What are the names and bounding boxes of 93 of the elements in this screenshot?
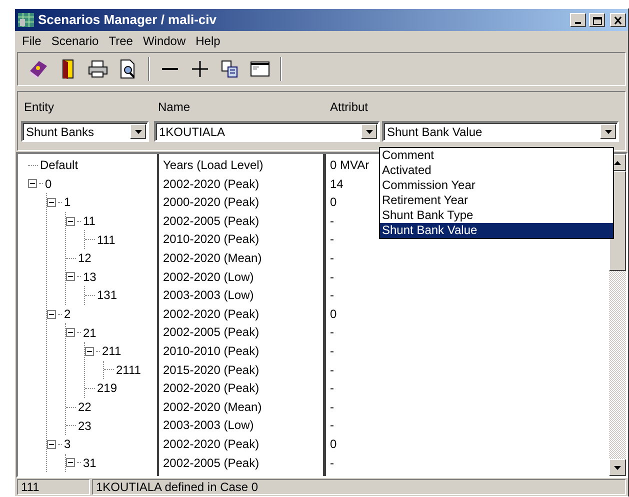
- table-cell-text: -: [330, 231, 335, 248]
- table-cell-text: 0 MVAr: [330, 157, 370, 174]
- table-cell-text: Years (Load Level): [162, 157, 264, 174]
- dropdown-arrow-icon: [134, 128, 142, 134]
- name-dropdown[interactable]: 1KOUTIALA: [154, 121, 380, 142]
- table-cell-text: 0: [330, 194, 338, 212]
- maximize-button[interactable]: [589, 13, 605, 27]
- dropdown-arrow-icon: [604, 128, 612, 134]
- menu-item[interactable]: Tree: [104, 32, 138, 50]
- table-cell-text: -: [330, 212, 335, 230]
- attribute-dropdown[interactable]: Shunt Bank Value: [382, 121, 619, 142]
- collapse-icon[interactable]: [66, 216, 75, 226]
- tree-node[interactable]: 13: [83, 268, 96, 286]
- table-cell-text: 2000-2020 (Peak): [162, 194, 260, 212]
- collapse-icon[interactable]: [66, 272, 75, 282]
- table-cell-text: 0: [330, 436, 338, 453]
- tree-node[interactable]: 2111: [116, 360, 141, 379]
- collapse-icon[interactable]: [66, 328, 75, 338]
- table-cell-text: 14: [330, 176, 344, 193]
- dropdown-option[interactable]: Commission Year: [380, 178, 613, 193]
- tree-node[interactable]: 21: [83, 324, 96, 342]
- table-cell-text: 2002-2005 (Peak): [162, 454, 260, 472]
- scrollbar[interactable]: [609, 154, 626, 476]
- collapse-icon[interactable]: [47, 440, 56, 449]
- dropdown-option[interactable]: Activated: [380, 163, 613, 178]
- tree-node[interactable]: 3: [64, 435, 71, 454]
- table-cell-text: 2002-2005 (Peak): [162, 212, 260, 230]
- close-icon: [613, 16, 623, 24]
- dropdown-option[interactable]: Shunt Bank Type: [380, 208, 613, 223]
- table-cell-text: 2002-2005 (Peak): [162, 324, 260, 342]
- table-cell-text: 0: [330, 306, 338, 323]
- tree-node[interactable]: 1: [64, 193, 71, 212]
- collapse-icon[interactable]: [66, 458, 75, 468]
- menu-item[interactable]: Scenario: [46, 32, 104, 50]
- menu-item[interactable]: File: [17, 32, 46, 50]
- table-cell-text: -: [330, 454, 335, 472]
- tree-node[interactable]: 11: [83, 212, 96, 230]
- tree-node[interactable]: 22: [78, 398, 92, 416]
- dropdown-arrow-icon: [364, 128, 374, 134]
- collapse-icon[interactable]: [47, 198, 56, 207]
- tree-node[interactable]: 211: [102, 342, 122, 360]
- table-cell-text: 2002-2020 (Peak): [162, 176, 260, 193]
- tree-node[interactable]: 12: [78, 249, 92, 268]
- tree-node[interactable]: 31: [83, 454, 96, 472]
- table-cell-text: -: [330, 250, 335, 267]
- table-cell-text: -: [330, 324, 335, 342]
- table-cell-text: 2003-2003 (Low): [162, 287, 255, 304]
- table-cell-text: 2002-2020 (Mean): [162, 398, 263, 416]
- table-cell-text: -: [330, 287, 335, 304]
- table-cell-text: 2002-2020 (Low): [162, 268, 255, 286]
- status-message: 1KOUTIALA defined in Case 0: [92, 479, 626, 495]
- tree-node[interactable]: 23: [78, 416, 92, 435]
- maximize-icon: [592, 16, 602, 24]
- menu-item[interactable]: Help: [190, 32, 226, 50]
- attribute-label: Attribut: [330, 99, 368, 116]
- table-cell-text: 2010-2020 (Peak): [162, 231, 260, 248]
- close-button[interactable]: [610, 13, 626, 27]
- table-cell-text: -: [330, 268, 335, 286]
- table-cell-text: 2002-2020 (Mean): [162, 250, 263, 267]
- minimize-button[interactable]: [570, 13, 586, 27]
- entity-dropdown[interactable]: Shunt Banks: [21, 121, 149, 142]
- tree-node[interactable]: Default: [40, 156, 78, 174]
- dropdown-option[interactable]: Retirement Year: [380, 193, 613, 208]
- collapse-icon[interactable]: [47, 310, 56, 319]
- table-cell-text: -: [330, 342, 335, 360]
- collapse-icon[interactable]: [28, 179, 37, 188]
- tree-node[interactable]: 111: [97, 230, 116, 249]
- table-cell-text: -: [330, 380, 335, 398]
- tree-node[interactable]: 2: [64, 305, 71, 324]
- table-cell-text: 2010-2010 (Peak): [162, 342, 260, 360]
- menu-item[interactable]: Window: [138, 32, 191, 50]
- tree-node[interactable]: 131: [97, 286, 118, 304]
- minus-icon: [162, 68, 178, 70]
- table-cell-text: 2002-2020 (Peak): [162, 306, 260, 323]
- table-cell-text: -: [330, 398, 335, 416]
- table-cell-text: 2002-2020 (Peak): [162, 436, 260, 453]
- collapse-icon[interactable]: [85, 346, 94, 356]
- table-cell-text: -: [330, 417, 335, 434]
- dropdown-option[interactable]: Comment: [380, 148, 613, 163]
- window-title: Scenarios Manager / mali-civ: [38, 11, 216, 30]
- name-label: Name: [158, 99, 190, 116]
- entity-label: Entity: [24, 99, 54, 116]
- table-cell-text: 2015-2020 (Peak): [162, 362, 260, 379]
- app-icon: [17, 12, 35, 28]
- status-code: 111: [17, 479, 90, 495]
- table-cell-text: 2003-2003 (Low): [162, 417, 255, 434]
- dropdown-option[interactable]: Shunt Bank Value: [380, 223, 613, 238]
- table-cell-text: -: [330, 362, 335, 379]
- tree-node[interactable]: 0: [45, 174, 52, 193]
- scroll-down-icon: [613, 464, 622, 470]
- table-cell-text: 2002-2020 (Peak): [162, 380, 260, 398]
- tree-node[interactable]: 219: [97, 379, 118, 398]
- minimize-icon: [575, 22, 581, 24]
